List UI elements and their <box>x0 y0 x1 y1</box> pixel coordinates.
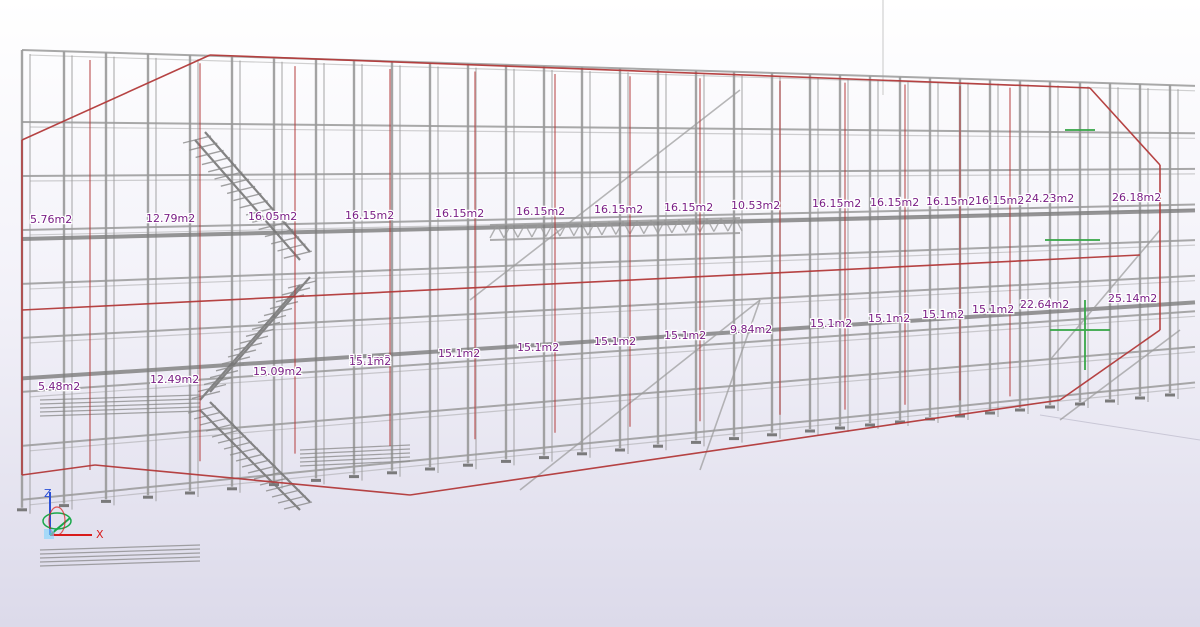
area-label[interactable]: 10.53m2 <box>730 198 782 214</box>
area-label[interactable]: 16.15m2 <box>663 200 715 216</box>
area-boundary-line <box>1089 87 1161 166</box>
area-label[interactable]: 5.48m2 <box>37 379 82 395</box>
scaffold-brace <box>1059 329 1181 421</box>
area-label[interactable]: 16.15m2 <box>434 206 486 222</box>
area-label[interactable]: 15.1m2 <box>921 307 966 323</box>
area-label[interactable]: 16.15m2 <box>811 196 863 212</box>
area-label[interactable]: 25.14m2 <box>1107 291 1159 307</box>
area-label[interactable]: 15.09m2 <box>252 364 304 380</box>
stair-stringer <box>199 284 301 401</box>
area-boundary-line <box>209 54 1091 89</box>
area-label[interactable]: 16.15m2 <box>974 193 1026 209</box>
area-label[interactable]: 22.64m2 <box>1019 297 1071 313</box>
area-label[interactable]: 16.15m2 <box>593 202 645 218</box>
scaffold-model[interactable]: 5.76m2 12.79m2 16.05m2 16.15m2 16.15m2 1… <box>0 0 1200 627</box>
ground-line <box>1039 414 1200 441</box>
z-axis-label: Z <box>44 487 52 500</box>
area-label[interactable]: 16.15m2 <box>925 194 977 210</box>
area-label[interactable]: 16.15m2 <box>515 204 567 220</box>
origin-cube-icon <box>44 529 54 539</box>
x-axis-label: X <box>96 528 104 541</box>
area-boundary-line <box>21 54 211 141</box>
stair-stringer <box>194 139 301 261</box>
area-label[interactable]: 15.1m2 <box>971 302 1016 318</box>
area-label[interactable]: 16.15m2 <box>344 208 396 224</box>
area-label[interactable]: 12.79m2 <box>145 211 197 227</box>
area-label[interactable]: 15.1m2 <box>593 334 638 350</box>
3d-viewport[interactable]: 5.76m2 12.79m2 16.05m2 16.15m2 16.15m2 1… <box>0 0 1200 627</box>
area-label[interactable]: 15.1m2 <box>516 340 561 356</box>
area-label[interactable]: 15.1m2 <box>867 311 912 327</box>
area-label[interactable]: 16.15m2 <box>869 195 921 211</box>
area-label[interactable]: 15.1m2 <box>437 346 482 362</box>
area-label[interactable]: 15.1m2 <box>348 354 393 370</box>
area-label[interactable]: 16.05m2 <box>247 209 299 225</box>
area-label[interactable]: 9.84m2 <box>729 322 774 338</box>
area-label[interactable]: 24.23m2 <box>1024 191 1076 207</box>
area-label[interactable]: 26.18m2 <box>1111 190 1163 206</box>
area-label[interactable]: 5.76m2 <box>29 212 74 228</box>
area-label[interactable]: 15.1m2 <box>663 328 708 344</box>
stair-stringer <box>199 409 301 511</box>
area-label[interactable]: 15.1m2 <box>809 316 854 332</box>
area-boundary-line <box>21 464 96 476</box>
area-label[interactable]: 12.49m2 <box>149 372 201 388</box>
